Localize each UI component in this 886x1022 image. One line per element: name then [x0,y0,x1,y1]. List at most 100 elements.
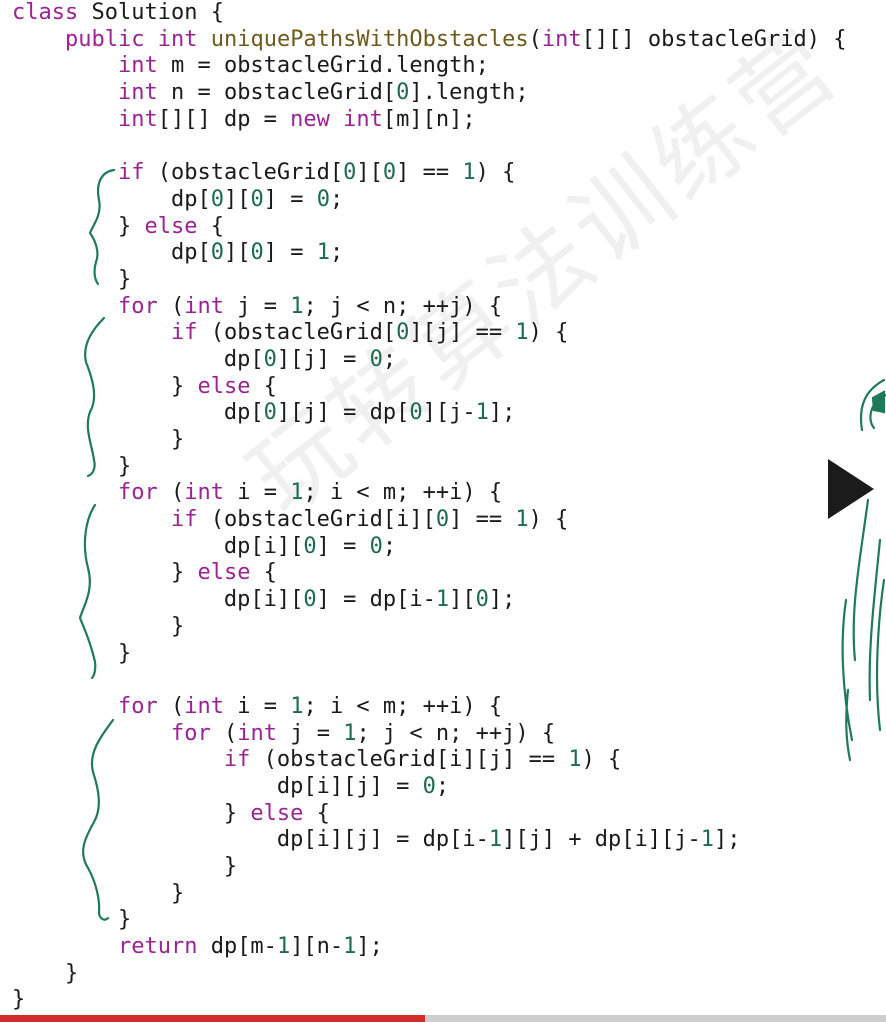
code-text: ].length; [409,80,529,106]
code-text: dp[i][ [223,533,304,559]
code-text: } [223,854,238,879]
code-keyword: else [144,213,198,239]
code-text: ) { [475,160,516,186]
code-text: ][j] + dp[i][j- [502,827,701,853]
code-line: if (obstacleGrid[0][j] == 1) { [12,320,847,347]
code-text: Solution { [91,0,224,25]
code-number: 0 [210,186,224,212]
code-text: } [117,453,132,479]
code-text: ] == [449,507,516,533]
code-text: { [250,560,277,586]
code-text: ][ [356,160,383,186]
code-text: ]; [488,400,516,426]
code-line: } else { [12,801,847,828]
code-text: } [117,640,132,666]
code-number: 1 [488,827,503,853]
code-text: } [170,880,185,906]
code-keyword: int [237,720,277,746]
code-text: (obstacleGrid[i][ [197,507,436,533]
code-text: ][j] = dp[ [276,400,410,426]
code-keyword: class [12,0,79,25]
code-line: dp[i][j] = 0; [12,774,847,801]
code-number: 1 [700,827,715,853]
code-number: 1 [568,747,582,773]
code-text: } [170,373,198,399]
code-text: ; [382,346,397,372]
code-keyword: else [197,560,251,586]
code-keyword: else [250,800,304,826]
code-number: 1 [290,693,304,719]
code-text: n = obstacleGrid[ [157,80,397,106]
code-line: for (int j = 1; j < n; ++j) { [12,294,847,321]
play-button[interactable] [828,459,886,519]
code-keyword: else [197,373,251,399]
code-number: 0 [396,320,410,346]
code-number: 0 [303,533,317,559]
code-number: 0 [250,240,264,266]
code-number: 0 [369,346,383,372]
code-text: ] == [396,160,463,186]
code-text: ; [435,773,450,799]
code-keyword: int [117,106,158,132]
play-icon [828,459,874,519]
code-keyword: int [184,693,224,719]
code-number: 0 [263,346,277,372]
code-number: 0 [210,240,224,266]
code-line: } else { [12,374,847,401]
code-number: 1 [475,400,489,426]
code-number: 0 [475,587,489,613]
code-text: ][ [449,587,476,613]
code-text: ]; [488,587,516,613]
code-text: j = [223,293,291,319]
code-text: ; i < m; ++i) { [303,693,503,719]
code-text: ] = [316,533,370,559]
code-keyword: if [117,160,145,186]
code-number: 1 [343,720,357,746]
code-text: dp[i][j] = [276,773,423,799]
code-line: } [12,641,847,668]
code-text: } [12,987,26,1013]
code-text: } [117,907,132,933]
code-text: { [197,213,224,239]
code-text: [m][n]; [382,106,476,132]
code-text: dp[ [223,400,264,426]
code-text: ( [157,693,185,719]
code-text: dp[i][j] = dp[i- [276,827,489,853]
code-keyword: int [541,26,582,52]
code-line: } else { [12,214,847,241]
video-progress-bar[interactable] [0,1015,886,1022]
code-number: 1 [290,293,304,319]
code-number: 1 [343,934,357,960]
code-text: ( [210,720,238,746]
code-line: for (int i = 1; i < m; ++i) { [12,694,847,721]
code-line: return dp[m-1][n-1]; [12,934,847,961]
code-text: i = [223,480,291,506]
code-line: } [12,427,847,454]
code-text: ]; [714,827,741,853]
